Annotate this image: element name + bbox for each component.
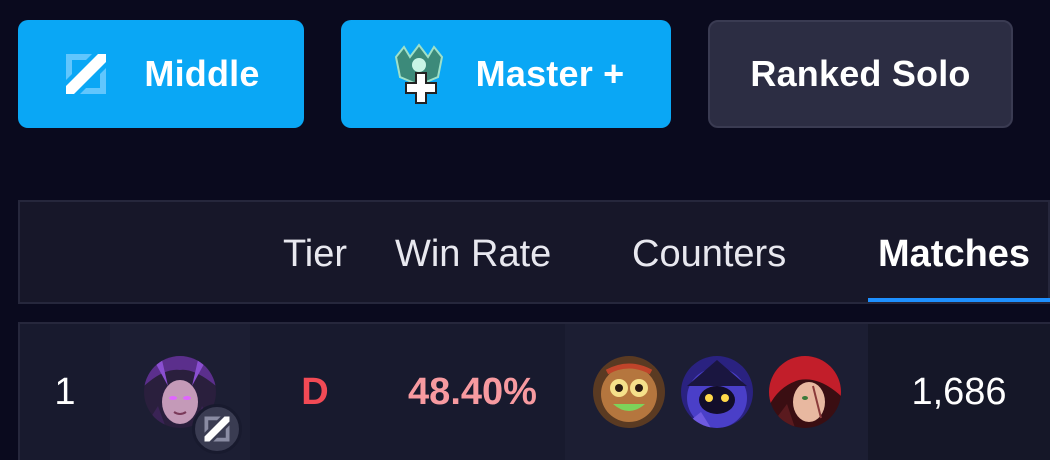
active-sort-underline [868, 298, 1050, 302]
role-filter-label: Middle [144, 53, 260, 94]
counter-champion-icon-1[interactable] [592, 356, 665, 428]
counter-champion-icon-3[interactable] [768, 356, 841, 428]
column-header-tier[interactable]: Tier [283, 202, 347, 302]
tier-value: D [301, 370, 329, 413]
table-row[interactable]: 1 D 48.40% 1,686 [18, 322, 1050, 460]
column-header-win-rate[interactable]: Win Rate [395, 202, 551, 302]
column-header-matches[interactable]: Matches [878, 202, 1030, 302]
rank-filter-label: Master + [475, 53, 625, 94]
queue-filter-label: Ranked Solo [750, 53, 971, 94]
rank-filter-button[interactable]: Master + [341, 20, 671, 128]
queue-filter-button[interactable]: Ranked Solo [708, 20, 1013, 128]
counter-champion-icon-2[interactable] [680, 356, 753, 428]
role-filter-button[interactable]: Middle [18, 20, 304, 128]
win-rate-value: 48.40% [408, 370, 537, 413]
counters-cell [565, 324, 868, 460]
champion-portrait-icon[interactable] [144, 356, 242, 454]
champion-cell[interactable] [110, 324, 250, 460]
table-header: Tier Win Rate Counters Matches [18, 200, 1050, 304]
master-plus-rank-icon [388, 43, 450, 105]
middle-lane-icon [62, 50, 110, 98]
row-rank: 1 [54, 370, 76, 413]
page: Middle Master + Ranked Solo Tier Win Rat… [0, 0, 1050, 460]
matches-value: 1,686 [868, 324, 1050, 460]
middle-lane-icon [192, 404, 242, 454]
column-header-counters[interactable]: Counters [632, 202, 786, 302]
